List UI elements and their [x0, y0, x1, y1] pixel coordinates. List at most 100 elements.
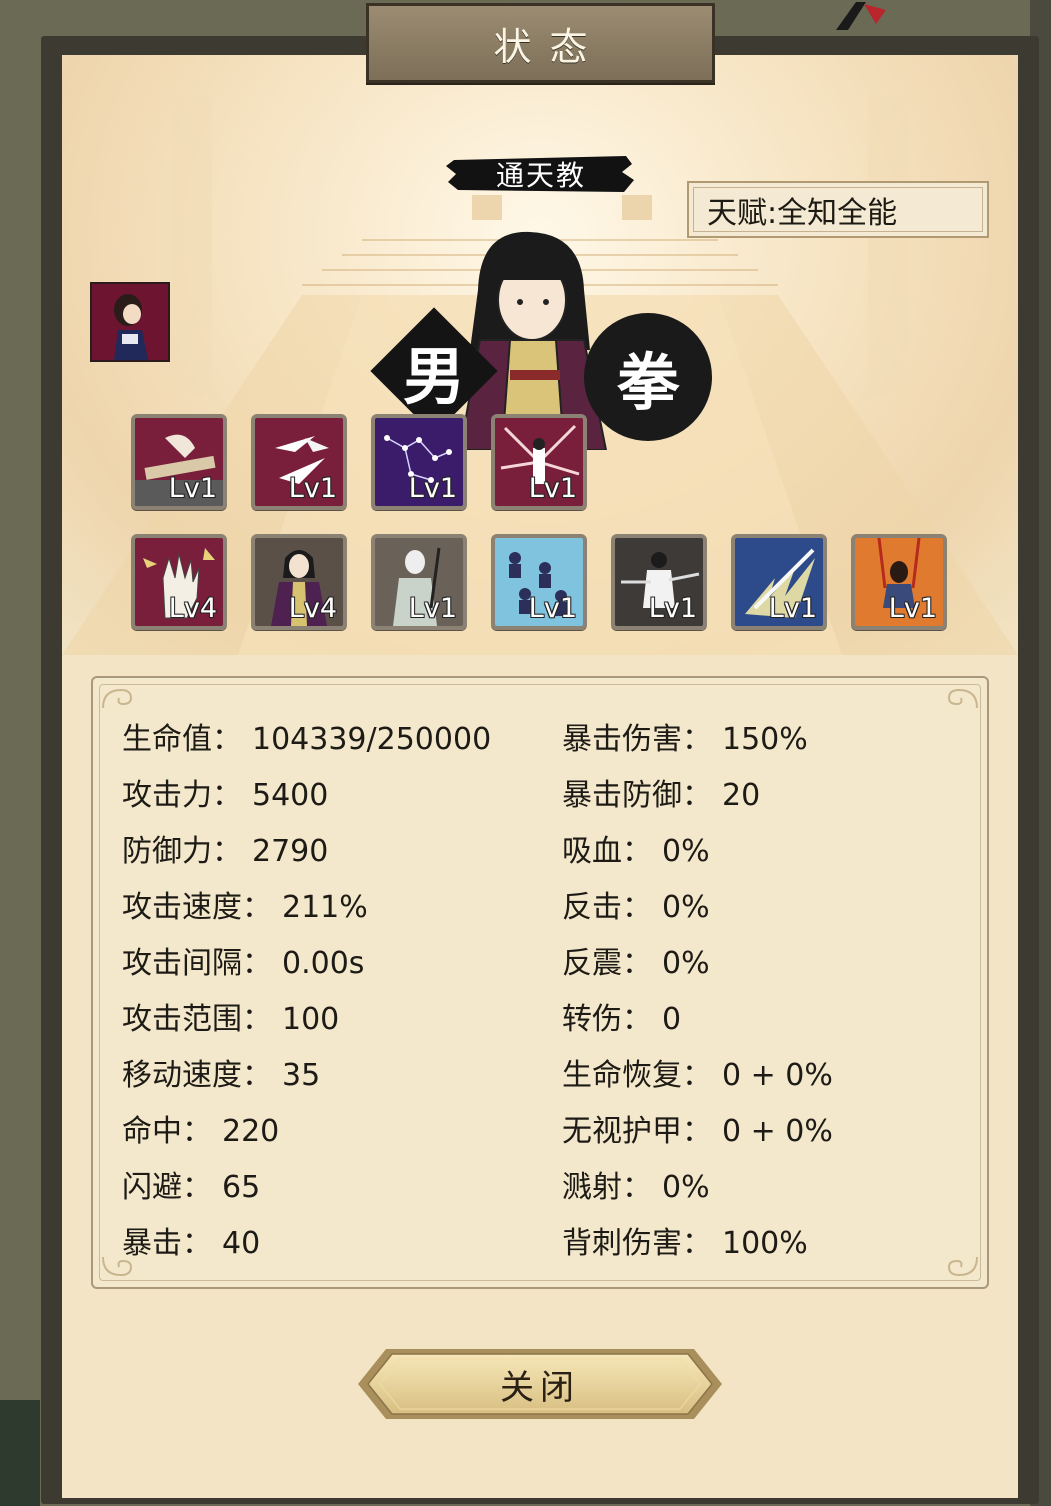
- window-title: 状态: [493, 24, 606, 69]
- stat-value: 150%: [722, 722, 808, 757]
- stat-value: 220: [222, 1114, 280, 1149]
- stat-value: 0%: [662, 946, 710, 981]
- stat-row: 暴击伤害： 150%: [562, 714, 808, 758]
- skill-slot[interactable]: Lv4: [251, 534, 347, 630]
- stat-label: 背刺伤害：: [562, 1226, 712, 1261]
- weapon-label: 拳: [616, 346, 679, 419]
- skill-slot[interactable]: Lv1: [131, 414, 227, 510]
- skill-level: Lv1: [408, 593, 457, 624]
- character-avatar[interactable]: [90, 282, 170, 362]
- stat-label: 攻击范围：: [122, 1002, 272, 1037]
- corner-ornament-icon: [947, 688, 978, 709]
- stat-label: 攻击力：: [122, 778, 242, 813]
- stat-row: 反击： 0%: [562, 882, 710, 926]
- stat-label: 移动速度：: [122, 1058, 272, 1093]
- skill-slot[interactable]: Lv1: [491, 414, 587, 510]
- skill-slot[interactable]: Lv1: [731, 534, 827, 630]
- stat-row: 命中： 220: [122, 1106, 279, 1150]
- stat-row: 闪避： 65: [122, 1162, 260, 1206]
- stat-value: 0 + 0%: [722, 1058, 833, 1093]
- stat-row: 生命值： 104339/250000: [122, 714, 491, 758]
- stat-label: 生命值：: [122, 722, 242, 757]
- stat-label: 攻击速度：: [122, 890, 272, 925]
- stat-row: 暴击： 40: [122, 1218, 260, 1262]
- stat-row: 吸血： 0%: [562, 826, 710, 870]
- stat-row: 生命恢复： 0 + 0%: [562, 1050, 833, 1094]
- skill-level: Lv1: [288, 473, 337, 504]
- stat-value: 0%: [662, 1170, 710, 1205]
- stat-value: 20: [722, 778, 761, 813]
- stat-label: 命中：: [122, 1114, 212, 1149]
- close-button[interactable]: 关闭: [356, 1347, 724, 1421]
- stat-label: 暴击防御：: [562, 778, 712, 813]
- sect-banner: 通天教: [446, 154, 636, 194]
- stat-row: 攻击力： 5400: [122, 770, 328, 814]
- stat-value: 40: [222, 1226, 261, 1261]
- close-button-label: 关闭: [500, 1367, 580, 1408]
- stats-panel: 生命值： 104339/250000 攻击力： 5400 防御力： 2790 攻击速度： 21…: [91, 676, 989, 1289]
- stat-row: 背刺伤害： 100%: [562, 1218, 808, 1262]
- stat-label: 无视护甲：: [562, 1114, 712, 1149]
- stat-label: 闪避：: [122, 1170, 212, 1205]
- corner-ornament-icon: [102, 1256, 133, 1277]
- stat-label: 反震：: [562, 946, 652, 981]
- corner-ornament-icon: [102, 688, 133, 709]
- skill-slot[interactable]: Lv1: [611, 534, 707, 630]
- stat-row: 转伤： 0: [562, 994, 681, 1038]
- background-weapon-icon: [836, 2, 886, 30]
- stat-row: 反震： 0%: [562, 938, 710, 982]
- stat-label: 生命恢复：: [562, 1058, 712, 1093]
- talent-text: 天赋:全知全能: [707, 195, 898, 231]
- skill-level: Lv1: [648, 593, 697, 624]
- stat-value: 100%: [722, 1226, 808, 1261]
- stat-value: 211%: [282, 890, 368, 925]
- stat-value: 35: [282, 1058, 321, 1093]
- stat-value: 100: [282, 1002, 340, 1037]
- stat-row: 溅射： 0%: [562, 1162, 710, 1206]
- weapon-type-badge: 拳: [584, 313, 712, 441]
- window-title-plank: 状态: [366, 3, 715, 83]
- skill-level: Lv1: [888, 593, 937, 624]
- skill-slot[interactable]: Lv4: [131, 534, 227, 630]
- stat-value: 5400: [252, 778, 329, 813]
- stat-label: 反击：: [562, 890, 652, 925]
- skill-level: Lv1: [768, 593, 817, 624]
- stat-label: 暴击伤害：: [562, 722, 712, 757]
- skill-level: Lv4: [288, 593, 337, 624]
- stat-label: 溅射：: [562, 1170, 652, 1205]
- stat-row: 防御力： 2790: [122, 826, 328, 870]
- skill-slot[interactable]: Lv1: [371, 534, 467, 630]
- skill-level: Lv1: [408, 473, 457, 504]
- skill-slot[interactable]: Lv1: [491, 534, 587, 630]
- stat-value: 0%: [662, 834, 710, 869]
- skill-slot[interactable]: Lv1: [851, 534, 947, 630]
- stat-row: 暴击防御： 20: [562, 770, 760, 814]
- stat-row: 攻击速度： 211%: [122, 882, 368, 926]
- stat-row: 攻击间隔： 0.00s: [122, 938, 364, 982]
- stat-label: 攻击间隔：: [122, 946, 272, 981]
- gender-badge: 男: [375, 312, 493, 430]
- skill-level: Lv1: [168, 473, 217, 504]
- stat-label: 防御力：: [122, 834, 242, 869]
- skill-level: Lv1: [528, 593, 577, 624]
- stat-row: 无视护甲： 0 + 0%: [562, 1106, 833, 1150]
- skill-slot[interactable]: Lv1: [371, 414, 467, 510]
- sect-name: 通天教: [495, 159, 586, 192]
- stat-value: 104339/250000: [252, 722, 492, 757]
- stat-label: 吸血：: [562, 834, 652, 869]
- stat-value: 0.00s: [282, 946, 365, 981]
- stat-row: 攻击范围： 100: [122, 994, 339, 1038]
- stat-value: 65: [222, 1170, 261, 1205]
- stat-label: 暴击：: [122, 1226, 212, 1261]
- stat-value: 0 + 0%: [722, 1114, 833, 1149]
- stat-row: 移动速度： 35: [122, 1050, 320, 1094]
- stat-value: 0%: [662, 890, 710, 925]
- background-corner: [0, 1400, 40, 1506]
- skill-slot[interactable]: Lv1: [251, 414, 347, 510]
- stat-label: 转伤：: [562, 1002, 652, 1037]
- skill-level: Lv1: [528, 473, 577, 504]
- gender-label: 男: [402, 340, 465, 413]
- talent-box: 天赋:全知全能: [687, 181, 989, 238]
- stat-value: 0: [662, 1002, 682, 1037]
- stat-value: 2790: [252, 834, 329, 869]
